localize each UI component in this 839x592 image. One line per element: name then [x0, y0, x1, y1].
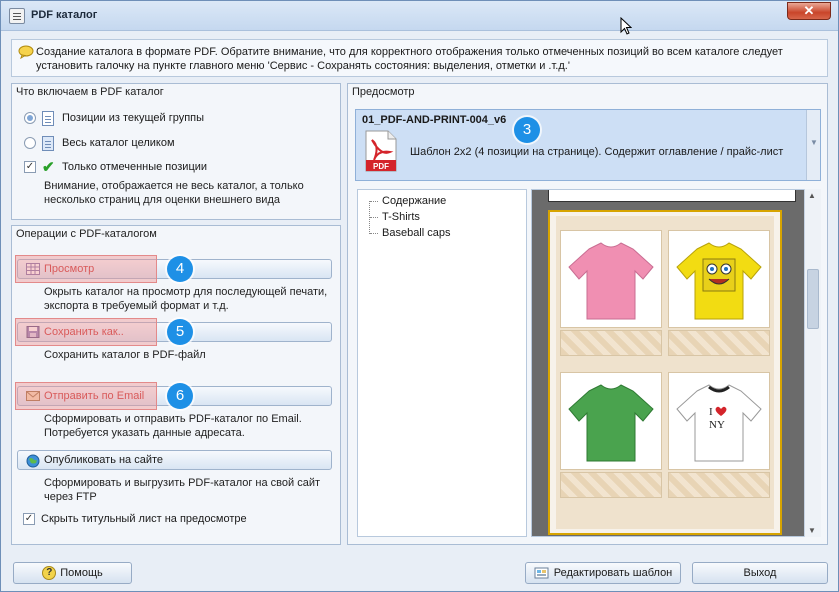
option-current-group[interactable]: Позиции из текущей группы — [24, 109, 204, 127]
title-bar: PDF каталог ✕ — [1, 1, 838, 35]
step-badge-6: 6 — [167, 383, 193, 409]
step-badge-5: 5 — [167, 319, 193, 345]
product-image-white-tshirt: I NY — [668, 372, 770, 470]
radio-current-group[interactable] — [24, 112, 36, 124]
step-badge-3: 3 — [514, 117, 540, 143]
svg-text:PDF: PDF — [373, 162, 389, 171]
option-whole-catalog-label: Весь каталог целиком — [62, 137, 175, 149]
include-group-title: Что включаем в PDF каталог — [16, 86, 164, 98]
email-highlight — [15, 382, 157, 410]
save-highlight — [15, 318, 157, 346]
publish-button-label: Опубликовать на сайте — [44, 454, 164, 466]
exit-button[interactable]: Выход — [692, 562, 828, 584]
svg-text:NY: NY — [709, 419, 725, 431]
page-preview: I NY — [531, 189, 821, 537]
globe-icon — [26, 454, 40, 468]
info-text: Создание каталога в формате PDF. Обратит… — [36, 46, 783, 72]
edit-template-button-label: Редактировать шаблон — [553, 567, 673, 579]
contents-tree: Содержание T-Shirts Baseball caps — [357, 189, 527, 537]
edit-template-button[interactable]: Редактировать шаблон — [525, 562, 681, 584]
svg-text:I: I — [709, 406, 713, 418]
green-check-icon: ✔ — [42, 159, 55, 176]
pdf-catalog-window: PDF каталог ✕ Создание каталога в формат… — [0, 0, 839, 592]
publish-button[interactable]: Опубликовать на сайте — [17, 450, 332, 470]
template-name: 01_PDF-AND-PRINT-004_v6 — [362, 114, 507, 126]
product-image-yellow-tshirt — [668, 230, 770, 328]
email-note: Сформировать и отправить PDF-каталог по … — [44, 413, 302, 439]
tree-item-contents[interactable]: Содержание — [370, 195, 446, 207]
window-title: PDF каталог — [31, 9, 98, 21]
save-note: Сохранить каталог в PDF-файл — [44, 349, 206, 361]
option-current-group-label: Позиции из текущей группы — [62, 112, 205, 124]
preview-group-title: Предосмотр — [352, 86, 415, 98]
close-button[interactable]: ✕ — [787, 2, 831, 20]
tree-item-baseball-caps[interactable]: Baseball caps — [370, 227, 451, 239]
preview-highlight — [15, 255, 157, 283]
include-note: Внимание, отображается не весь каталог, … — [44, 180, 304, 206]
publish-note: Сформировать и выгрузить PDF-каталог на … — [44, 477, 321, 503]
info-bar: Создание каталога в формате PDF. Обратит… — [11, 39, 828, 77]
hide-title-label: Скрыть титульный лист на предосмотре — [41, 513, 247, 525]
checkbox-marked-only[interactable]: ✓ — [24, 161, 36, 173]
speech-bubble-icon — [18, 45, 34, 59]
tree-item-tshirts[interactable]: T-Shirts — [370, 211, 420, 223]
catalog-icon — [42, 135, 54, 151]
exit-button-label: Выход — [743, 567, 777, 579]
help-button-label: Помощь — [60, 567, 103, 579]
help-icon: ? — [42, 566, 57, 580]
product-image-pink-tshirt — [560, 230, 662, 328]
option-marked-only-label: Только отмеченные позиции — [62, 161, 208, 173]
option-whole-catalog[interactable]: Весь каталог целиком — [24, 134, 175, 152]
preview-note: Окрыть каталог на просмотр для последующ… — [44, 286, 328, 312]
step-badge-4: 4 — [167, 256, 193, 282]
document-icon — [42, 110, 54, 126]
help-button[interactable]: ? Помощь — [13, 562, 132, 584]
pdf-file-icon: PDF — [365, 130, 397, 172]
radio-whole-catalog[interactable] — [24, 137, 36, 149]
include-group: Что включаем в PDF каталог Позиции из те… — [11, 83, 341, 220]
preview-page: I NY — [548, 210, 782, 535]
template-item[interactable]: 01_PDF-AND-PRINT-004_v6 PDF Шаблон 2x2 (… — [355, 109, 821, 181]
mouse-cursor-icon — [620, 17, 632, 35]
edit-template-icon — [534, 567, 549, 579]
operations-group-title: Операции с PDF-каталогом — [16, 228, 157, 240]
product-image-green-tshirt — [560, 372, 662, 470]
hide-title-checkbox[interactable]: ✓ — [23, 513, 35, 525]
preview-scrollbar[interactable]: ▲ ▼ — [804, 189, 821, 537]
hide-title-option[interactable]: ✓ Скрыть титульный лист на предосмотре — [23, 510, 247, 528]
app-menu-icon[interactable] — [9, 8, 25, 24]
template-scrollbar[interactable]: ▼ — [806, 110, 820, 180]
option-marked-only[interactable]: ✓ ✔ Только отмеченные позиции — [24, 158, 207, 176]
scrollbar-thumb[interactable] — [807, 269, 819, 329]
template-description: Шаблон 2x2 (4 позиции на странице). Соде… — [410, 146, 784, 158]
